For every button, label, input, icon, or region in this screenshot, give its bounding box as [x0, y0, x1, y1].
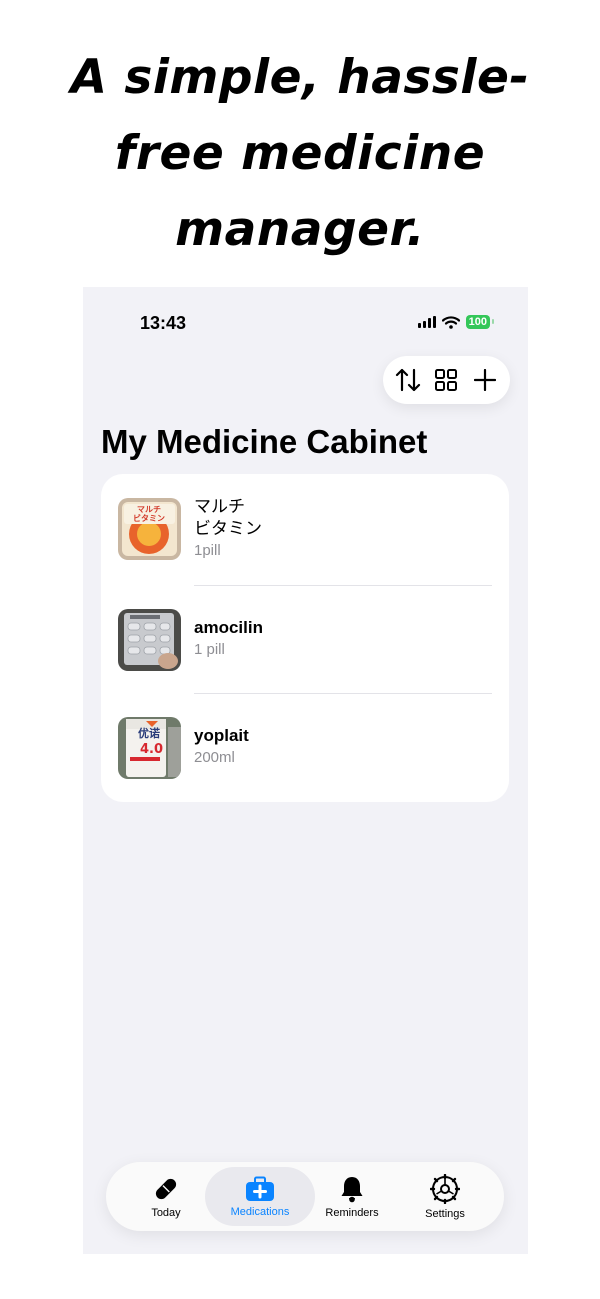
- pill-icon: [155, 1178, 177, 1199]
- thumbnail-label: 优诺: [138, 726, 160, 740]
- medication-thumbnail: 优诺 4.0: [118, 717, 181, 779]
- phone-screen: 13:43 100 My Medicine Cabinet マルチ ビタミン マ…: [83, 287, 528, 1254]
- headline-line-2: free medicine: [114, 126, 486, 181]
- medication-dose: 1pill: [194, 542, 221, 559]
- row-divider: [194, 693, 492, 694]
- medkit-icon: [246, 1176, 274, 1201]
- signal-icon: [417, 316, 436, 328]
- grid-view-button[interactable]: [430, 364, 462, 396]
- headline-line-3: manager.: [175, 202, 425, 257]
- medication-dose: 200ml: [194, 749, 235, 766]
- wifi-icon: [441, 315, 460, 329]
- status-indicators: 100: [417, 315, 495, 329]
- medication-name-line-2: ビタミン: [194, 519, 262, 538]
- battery-indicator: 100: [465, 315, 495, 329]
- medication-thumbnail: [118, 609, 181, 671]
- tab-label: Settings: [425, 1207, 465, 1220]
- tab-today[interactable]: Today: [116, 1162, 216, 1231]
- tab-label: Medications: [230, 1205, 290, 1218]
- tab-label: Today: [151, 1206, 181, 1219]
- page-title: My Medicine Cabinet: [101, 423, 428, 460]
- medication-name: yoplait: [194, 726, 249, 745]
- add-medication-button[interactable]: [469, 364, 501, 396]
- thumbnail-label: マルチ: [137, 505, 161, 514]
- medication-name: amocilin: [194, 618, 263, 637]
- headline-line-1: A simple, hassle-: [70, 50, 530, 105]
- bell-icon: [341, 1176, 363, 1202]
- tab-medications[interactable]: Medications: [205, 1167, 315, 1226]
- gear-icon: [430, 1173, 460, 1204]
- cabinet-toolbar: [383, 356, 510, 404]
- medication-dose: 1 pill: [194, 641, 225, 658]
- tab-settings[interactable]: Settings: [395, 1162, 495, 1231]
- status-time: 13:43: [140, 313, 187, 333]
- medication-row-yoplait[interactable]: 优诺 4.0 yoplait 200ml: [118, 717, 492, 781]
- tab-reminders[interactable]: Reminders: [302, 1162, 402, 1231]
- plus-icon: [473, 369, 496, 391]
- row-divider: [194, 585, 492, 586]
- medication-row-multivitamin[interactable]: マルチ ビタミン マルチ ビタミン 1pill: [118, 497, 492, 562]
- svg-text:ビタミン: ビタミン: [133, 513, 165, 523]
- sort-button[interactable]: [392, 364, 424, 396]
- grid-icon: [435, 369, 458, 391]
- svg-text:4.0: 4.0: [140, 742, 163, 757]
- tab-label: Reminders: [325, 1206, 379, 1219]
- sort-icon: [396, 368, 421, 392]
- medication-thumbnail: マルチ ビタミン: [118, 498, 181, 560]
- medication-row-amocilin[interactable]: amocilin 1 pill: [118, 609, 492, 673]
- marketing-headline: A simple, hassle- free medicine manager.: [0, 40, 600, 268]
- medication-name: マルチ: [194, 497, 245, 516]
- medication-list: マルチ ビタミン マルチ ビタミン 1pill amocilin 1 pill …: [101, 474, 509, 802]
- tab-bar: Today Medications Reminders Settings: [106, 1162, 504, 1231]
